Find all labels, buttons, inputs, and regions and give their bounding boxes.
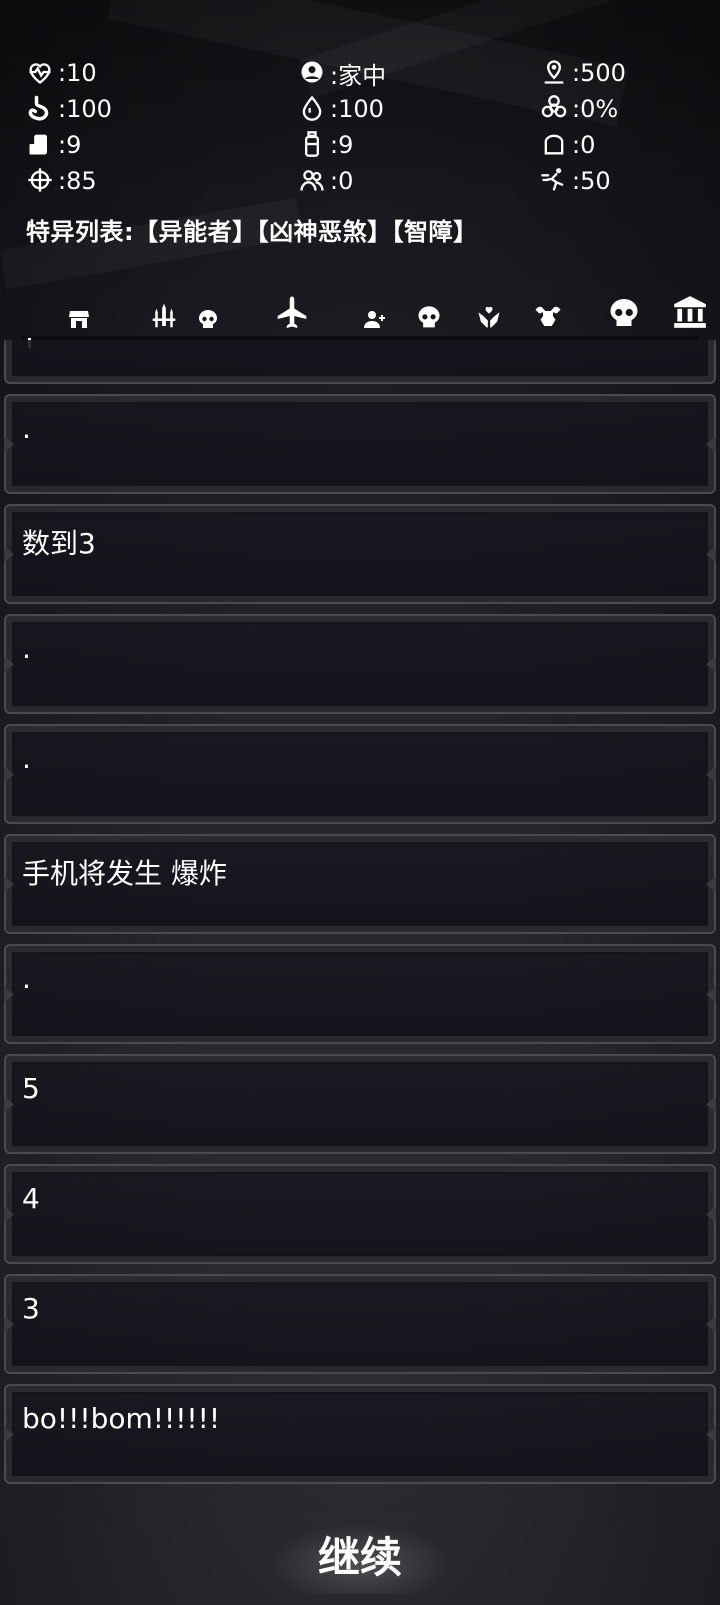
stat-value: :家中	[330, 61, 387, 90]
food-can-icon	[26, 130, 56, 160]
log-entry: 5	[4, 1054, 716, 1154]
log-entry: 数到3	[4, 504, 716, 604]
stat-bread: :0	[540, 130, 595, 160]
log-entry: .	[4, 614, 716, 714]
stat-value: :85	[58, 167, 97, 195]
traits-list: 特异列表:【异能者】【凶神恶煞】【智障】	[26, 218, 478, 246]
stat-value: :0%	[572, 95, 619, 123]
stat-accuracy: :85	[26, 166, 97, 196]
log-entry-text: .	[22, 412, 31, 445]
shop-icon[interactable]	[66, 306, 92, 332]
stat-value: :100	[58, 95, 112, 123]
stat-value: :500	[572, 59, 626, 87]
add-user-icon[interactable]	[360, 306, 390, 332]
muscle-icon[interactable]	[528, 300, 568, 332]
log-entry: 手机将发生 爆炸	[4, 834, 716, 934]
running-person-icon	[540, 166, 570, 196]
log-entry: 3	[4, 1274, 716, 1374]
stat-infection: :0%	[540, 94, 618, 124]
water-drop-icon	[298, 94, 328, 124]
stat-food: :9	[26, 130, 81, 160]
stat-thirst: :100	[298, 94, 384, 124]
stat-agility: :50	[540, 166, 611, 196]
event-log[interactable]: . 数到3 . . 手机将发生 爆炸 . 5 4 3 bo!!!bom!!!!!…	[0, 340, 720, 1500]
stat-health: :10	[26, 58, 97, 88]
log-entry-text: 4	[22, 1182, 40, 1215]
skull-small-icon[interactable]	[194, 306, 222, 334]
map-pin-icon	[540, 58, 570, 88]
log-entry-text: .	[22, 962, 31, 995]
log-entry: 4	[4, 1164, 716, 1264]
log-entry: bo!!!bom!!!!!!	[4, 1384, 716, 1484]
continue-button[interactable]: 继续	[260, 1520, 460, 1594]
stat-water: :9	[298, 130, 353, 160]
stat-value: :0	[572, 131, 596, 159]
log-entry: .	[4, 944, 716, 1044]
stat-hunger: :100	[26, 94, 112, 124]
people-icon	[298, 166, 328, 196]
log-entry-text: 手机将发生 爆炸	[22, 857, 227, 890]
log-entry: .	[4, 394, 716, 494]
hands-heart-icon[interactable]	[474, 302, 504, 332]
skull-large-icon[interactable]	[604, 294, 644, 334]
log-entry-text: .	[22, 632, 31, 665]
stat-value: :50	[572, 167, 611, 195]
heart-pulse-icon	[26, 58, 56, 88]
log-entry-text: bo!!!bom!!!!!!	[22, 1402, 221, 1435]
log-entry-text: 数到3	[22, 527, 96, 560]
stat-companions: :0	[298, 166, 353, 196]
globe-user-icon	[298, 58, 328, 88]
action-toolbar	[0, 288, 720, 340]
skull-icon[interactable]	[413, 302, 445, 334]
stat-value: :0	[330, 167, 354, 195]
log-entry-text: 5	[22, 1072, 40, 1105]
stat-value: :10	[58, 59, 97, 87]
stomach-icon	[26, 94, 56, 124]
log-entry-text: .	[22, 742, 31, 775]
log-entry	[4, 340, 716, 384]
biohazard-icon	[540, 94, 570, 124]
stat-location: :家中	[298, 58, 387, 90]
crosshair-icon	[26, 166, 56, 196]
log-entry: .	[4, 724, 716, 824]
stat-value: :100	[330, 95, 384, 123]
log-entry-text: 3	[22, 1292, 40, 1325]
bread-icon	[540, 130, 570, 160]
stat-value: :9	[330, 131, 354, 159]
bank-icon[interactable]	[668, 292, 712, 332]
stat-value: :9	[58, 131, 82, 159]
water-bottle-icon	[298, 130, 328, 160]
stat-distance: :500	[540, 58, 626, 88]
airplane-icon[interactable]	[272, 294, 312, 332]
weapons-icon[interactable]	[148, 300, 180, 332]
